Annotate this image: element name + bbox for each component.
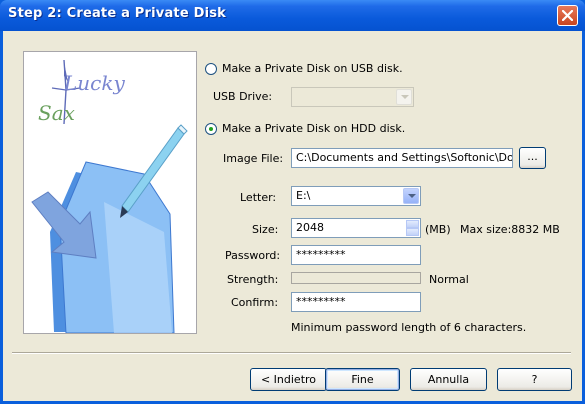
strength-meter xyxy=(291,272,421,284)
password-label: Password: xyxy=(225,249,281,262)
logo-text-top: Lucky xyxy=(63,71,125,95)
lucky-sax-logo: Lucky Sax xyxy=(38,59,125,125)
window-title: Step 2: Create a Private Disk xyxy=(8,6,227,21)
password-input[interactable]: ********* xyxy=(291,245,421,265)
cancel-label: Annulla xyxy=(427,373,470,386)
size-label: Size: xyxy=(252,223,279,236)
confirm-value: ********* xyxy=(296,295,346,308)
cancel-button[interactable]: Annulla xyxy=(410,368,487,391)
help-label: ? xyxy=(531,373,538,386)
usb-disk-radio[interactable] xyxy=(205,63,217,75)
letter-label: Letter: xyxy=(240,191,277,204)
image-file-label: Image File: xyxy=(223,152,284,165)
finish-label: Fine xyxy=(351,373,374,386)
strength-label: Strength: xyxy=(227,273,279,286)
close-icon xyxy=(562,10,573,21)
back-button[interactable]: < Indietro xyxy=(250,368,327,391)
dialog-window: Step 2: Create a Private Disk Lucky Sax xyxy=(0,0,585,404)
size-unit: (MB) xyxy=(425,223,451,236)
help-button[interactable]: ? xyxy=(497,368,572,391)
footer-separator xyxy=(12,352,571,354)
back-label: < Indietro xyxy=(260,373,317,386)
hdd-disk-label[interactable]: Make a Private Disk on HDD disk. xyxy=(222,122,405,135)
letter-select[interactable]: E:\ xyxy=(291,186,421,206)
image-file-input[interactable]: C:\Documents and Settings\Softonic\Docum xyxy=(291,148,513,168)
size-input[interactable]: 2048 xyxy=(291,218,421,238)
size-spin-down[interactable] xyxy=(406,228,419,236)
dropdown-arrow-icon[interactable] xyxy=(396,89,412,105)
image-file-value: C:\Documents and Settings\Softonic\Docum xyxy=(296,151,513,164)
confirm-label: Confirm: xyxy=(231,296,279,309)
size-value: 2048 xyxy=(296,221,324,234)
password-hint: Minimum password length of 6 characters. xyxy=(291,321,527,334)
dropdown-arrow-icon[interactable] xyxy=(403,188,419,204)
usb-drive-label: USB Drive: xyxy=(213,90,273,103)
logo-text-bottom: Sax xyxy=(38,101,75,125)
close-button[interactable] xyxy=(557,5,578,26)
strength-value: Normal xyxy=(429,273,469,286)
letter-value: E:\ xyxy=(296,189,311,202)
hdd-disk-radio[interactable] xyxy=(205,123,217,135)
usb-drive-select[interactable] xyxy=(291,87,414,107)
illustration-graphic: Lucky Sax xyxy=(31,59,188,333)
size-spin-up[interactable] xyxy=(406,220,419,228)
password-value: ********* xyxy=(296,248,346,261)
finish-button[interactable]: Fine xyxy=(325,368,400,391)
wizard-illustration: Lucky Sax xyxy=(23,51,197,334)
max-size-text: Max size:8832 MB xyxy=(460,223,560,236)
browse-label: ... xyxy=(527,150,538,163)
browse-button[interactable]: ... xyxy=(519,147,546,169)
title-bar[interactable]: Step 2: Create a Private Disk xyxy=(0,0,585,31)
confirm-input[interactable]: ********* xyxy=(291,292,421,312)
usb-disk-label[interactable]: Make a Private Disk on USB disk. xyxy=(222,62,403,75)
